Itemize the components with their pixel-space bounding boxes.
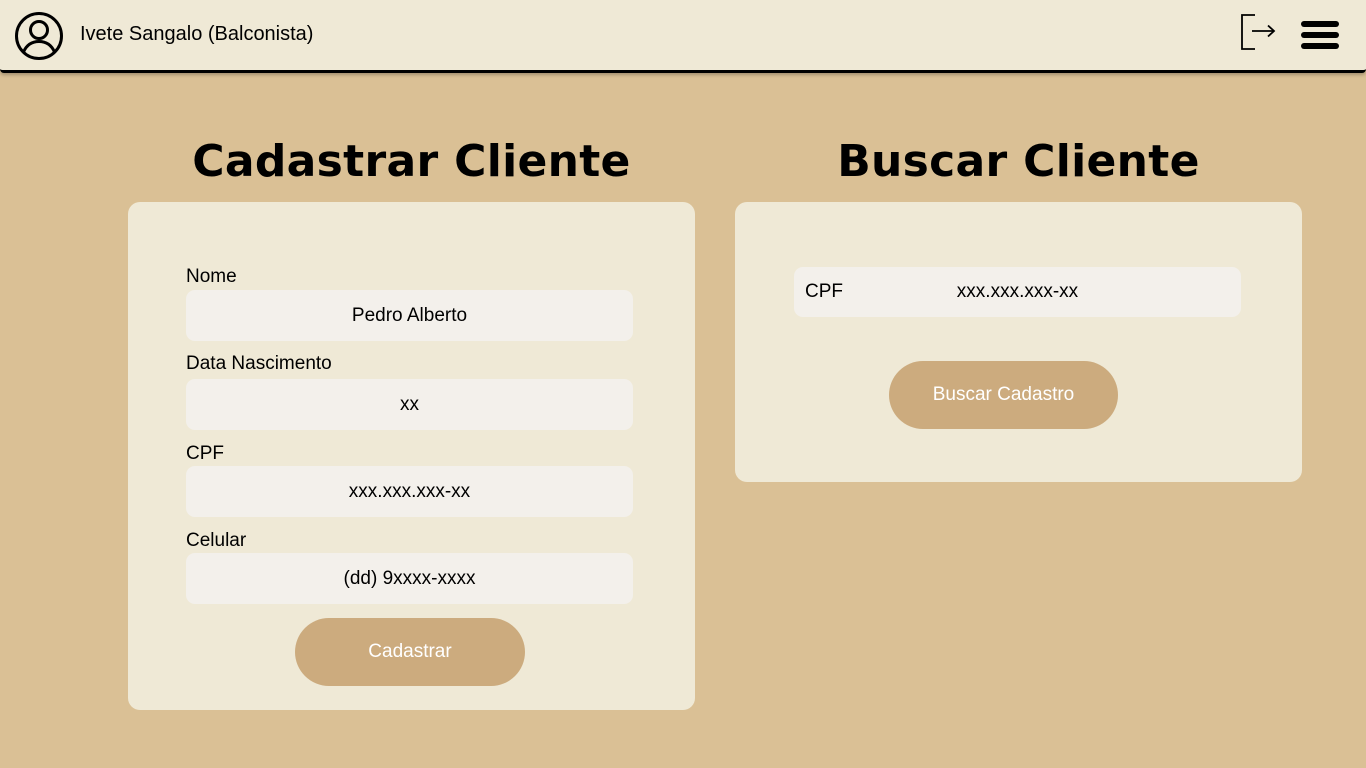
phone-field[interactable]: (dd) 9xxxx-xxxx [186,553,633,604]
cpf-label: CPF [186,443,224,464]
search-card: xxx.xxx.xxx-xx CPF Buscar Cadastro [735,202,1302,482]
logout-icon[interactable] [1238,12,1278,52]
search-cpf-field[interactable]: xxx.xxx.xxx-xx CPF [794,267,1241,317]
user-circle-icon[interactable] [14,11,64,61]
register-card: Nome Pedro Alberto Data Nascimento xx CP… [128,202,695,710]
name-field[interactable]: Pedro Alberto [186,290,633,341]
register-title: Cadastrar Cliente [192,136,631,187]
birthdate-label: Data Nascimento [186,353,332,374]
user-name: Ivete Sangalo (Balconista) [80,23,314,45]
top-bar: Ivete Sangalo (Balconista) [0,0,1366,73]
register-button[interactable]: Cadastrar [295,618,525,686]
search-title: Buscar Cliente [837,136,1200,187]
search-cpf-label: CPF [805,281,843,302]
hamburger-menu-icon[interactable] [1299,17,1341,53]
search-button[interactable]: Buscar Cadastro [889,361,1118,429]
phone-label: Celular [186,530,247,551]
search-cpf-value: xxx.xxx.xxx-xx [956,281,1079,302]
name-label: Nome [186,266,237,287]
birthdate-field[interactable]: xx [186,379,633,430]
cpf-field[interactable]: xxx.xxx.xxx-xx [186,466,633,517]
